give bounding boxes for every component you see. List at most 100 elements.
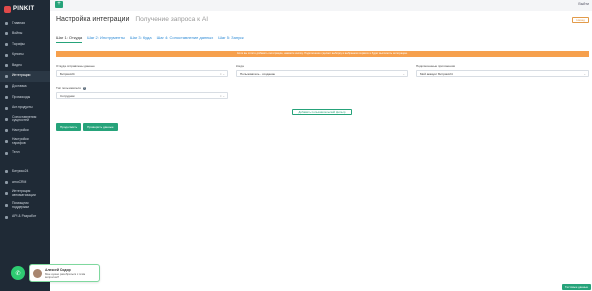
sidebar-item-products[interactable]: Акт.продукты xyxy=(0,103,50,114)
chat-button[interactable]: ✆ xyxy=(11,266,25,280)
sliders-icon xyxy=(5,140,8,144)
title-row: Настройка интеграции Получение запроса к… xyxy=(56,16,208,23)
events-label: Когда xyxy=(236,64,244,68)
continue-button[interactable]: Продолжить xyxy=(56,123,82,131)
page-subtitle: Получение запроса к AI xyxy=(135,16,209,23)
account-field: Подключенные приложения Мой аккаунт Битр… xyxy=(416,64,589,77)
tab-step-4[interactable]: Шаг 4: Сопоставление данных xyxy=(157,35,214,43)
sidebar-item-settings[interactable]: Настройки xyxy=(0,125,50,136)
sidebar-item-label: Промокоды xyxy=(12,94,31,99)
source-label: Откуда отправлены данные xyxy=(56,64,95,68)
logo[interactable]: PINKIT xyxy=(0,0,50,18)
sidebar-item-promocodes[interactable]: Промокоды xyxy=(0,92,50,103)
events-field: Когда Пользователь - создание ⌄ xyxy=(236,64,408,77)
sidebar-item-wars[interactable]: Войны xyxy=(0,29,50,40)
chevron-down-icon[interactable]: ⌄ xyxy=(583,71,586,78)
sidebar-item-label: Главная xyxy=(12,20,25,25)
box-icon xyxy=(5,106,8,110)
back-button[interactable]: Назад xyxy=(572,17,589,23)
source-select[interactable]: Битрикс24 × ⌄ xyxy=(56,70,228,77)
entity-label-row: Тип пользователя ? xyxy=(56,86,228,90)
link-icon xyxy=(5,117,8,121)
sidebar-item-mappings[interactable]: Сопоставления сущностей xyxy=(0,113,50,125)
sidebar-item-label: Акт.продукты xyxy=(12,105,33,110)
sidebar-item-label: Настройки xyxy=(12,127,29,132)
sidebar-bottom-nav: Битрикс24 amoCRM Интеграция автоматизаци… xyxy=(0,167,50,223)
sidebar-item-label: Интеграция автоматизации xyxy=(12,189,36,197)
clear-chevron-icon[interactable]: × ⌄ xyxy=(220,93,225,100)
main-card: Настройка интеграции Получение запроса к… xyxy=(50,11,592,291)
add-filter-button[interactable]: Добавить пользовательский фильтр xyxy=(292,109,352,115)
flag-icon xyxy=(5,32,8,36)
headset-icon xyxy=(5,204,8,208)
sidebar-item-video[interactable]: Видео xyxy=(0,60,50,71)
sidebar-item-label: Купоны xyxy=(12,52,24,57)
sidebar-item-bitrix[interactable]: Битрикс24 xyxy=(0,167,50,178)
tag-icon xyxy=(5,42,8,46)
sidebar-item-label: Настройки тарифов xyxy=(12,137,29,145)
sidebar-item-label: Помощник поддержки xyxy=(12,201,30,209)
sidebar-item-delivery[interactable]: Доставка xyxy=(0,82,50,93)
percent-icon xyxy=(5,95,8,99)
check-data-button[interactable]: Проверить данные xyxy=(83,123,118,131)
tab-step-2[interactable]: Шаг 2: Инструменты xyxy=(87,35,125,43)
sidebar-item-amocrm[interactable]: amoCRM xyxy=(0,177,50,188)
chat-message: Мне нужно разобраться с этим вопросом? xyxy=(45,272,86,280)
account-value: Мой аккаунт Битрикс24 xyxy=(420,72,453,76)
code-icon xyxy=(5,215,8,219)
tab-step-1[interactable]: Шаг 1: Откуда xyxy=(56,35,83,43)
entity-label: Тип пользователя xyxy=(56,86,81,90)
source-field: Откуда отправлены данные Битрикс24 × ⌄ xyxy=(56,64,228,77)
sidebar-item-label: API & Разработ xyxy=(12,214,37,219)
avatar xyxy=(33,269,42,278)
sidebar-nav: Главная Войны Тарифы Купоны Видео Интегр… xyxy=(0,18,50,159)
entity-value: Сотрудник xyxy=(60,94,75,98)
events-select[interactable]: Пользователь - создание ⌄ xyxy=(236,70,408,77)
sidebar-item-automation[interactable]: Интеграция автоматизации xyxy=(0,188,50,200)
sidebar: PINKIT Главная Войны Тарифы Купоны Видео… xyxy=(0,0,50,291)
clear-chevron-icon[interactable]: × ⌄ xyxy=(220,71,225,78)
sidebar-item-label: Сопоставления сущностей xyxy=(12,114,37,123)
test-data-button[interactable]: Тестовые данные xyxy=(562,284,591,290)
tab-step-3[interactable]: Шаг 3: Куда xyxy=(130,35,152,43)
bitrix-icon xyxy=(5,170,8,174)
sidebar-item-coupons[interactable]: Купоны xyxy=(0,50,50,61)
video-icon xyxy=(5,64,8,68)
sidebar-item-api[interactable]: API & Разработ xyxy=(0,212,50,223)
chat-icon: ✆ xyxy=(15,270,21,277)
sidebar-item-integrations[interactable]: Интеграции xyxy=(0,70,50,82)
sidebar-item-home[interactable]: Главная xyxy=(0,18,50,29)
sidebar-item-label: Видео xyxy=(12,62,22,67)
plug-icon xyxy=(5,74,8,78)
notice-banner: Если вы хотите добавить интеграцию, нажм… xyxy=(56,51,589,57)
sidebar-item-label: Тарифы xyxy=(12,41,25,46)
logout-link[interactable]: Выйти xyxy=(578,2,589,6)
sidebar-item-tariff-settings[interactable]: Настройки тарифов xyxy=(0,136,50,148)
chevron-down-icon[interactable]: ⌄ xyxy=(402,71,405,78)
home-icon xyxy=(5,21,8,25)
logo-text: PINKIT xyxy=(13,6,35,12)
sidebar-item-support[interactable]: Помощник поддержки xyxy=(0,200,50,212)
sidebar-item-label: amoCRM xyxy=(12,179,27,184)
robot-icon xyxy=(5,192,8,196)
help-icon[interactable]: ? xyxy=(82,86,86,90)
tab-step-5[interactable]: Шаг 5: Запуск xyxy=(218,35,243,43)
sidebar-item-label: Войны xyxy=(12,31,23,36)
truck-icon xyxy=(5,85,8,89)
phone-icon xyxy=(5,151,8,155)
add-button[interactable]: + xyxy=(55,1,63,8)
account-select[interactable]: Мой аккаунт Битрикс24 ⌄ xyxy=(416,70,589,77)
sidebar-item-tell[interactable]: Телл xyxy=(0,148,50,159)
amocrm-icon xyxy=(5,180,8,184)
sidebar-divider xyxy=(0,159,50,167)
coupon-icon xyxy=(5,53,8,57)
sidebar-item-label: Интеграции xyxy=(12,73,31,78)
gear-icon xyxy=(5,129,8,133)
sidebar-item-label: Телл xyxy=(12,150,20,155)
step-tabs: Шаг 1: Откуда Шаг 2: Инструменты Шаг 3: … xyxy=(56,35,244,43)
sidebar-item-tariffs[interactable]: Тарифы xyxy=(0,39,50,50)
page-title: Настройка интеграции xyxy=(56,16,130,23)
chat-preview[interactable]: Алексей Сидор Мне нужно разобраться с эт… xyxy=(29,264,100,282)
topbar xyxy=(50,0,592,10)
entity-select[interactable]: Сотрудник × ⌄ xyxy=(56,92,228,99)
